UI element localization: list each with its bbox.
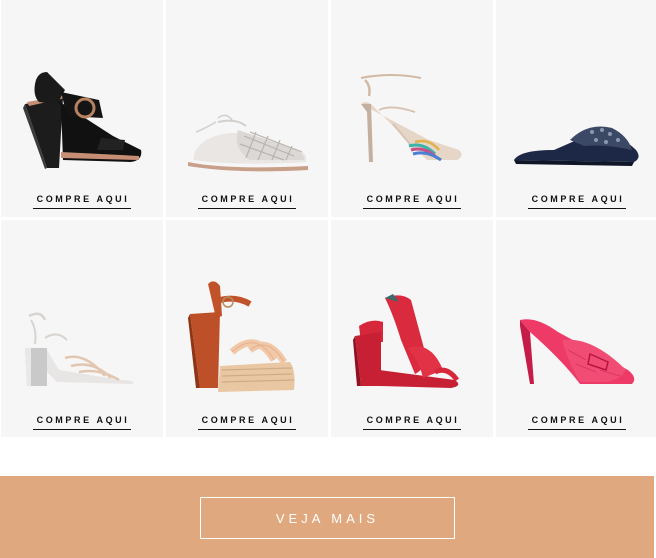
product-card[interactable]: COMPRE AQUI — [166, 0, 328, 217]
white-woven-flat-sandal-icon[interactable] — [166, 0, 328, 180]
product-card[interactable]: COMPRE AQUI — [166, 220, 328, 437]
buy-link[interactable]: COMPRE AQUI — [362, 415, 462, 430]
see-more-button[interactable]: VEJA MAIS — [200, 497, 455, 539]
black-wedge-sandal-icon[interactable] — [1, 0, 163, 180]
buy-link[interactable]: COMPRE AQUI — [527, 194, 627, 209]
see-more-banner: VEJA MAIS — [0, 476, 654, 558]
red-block-heel-sandal-icon[interactable] — [331, 220, 493, 400]
buy-link[interactable]: COMPRE AQUI — [197, 194, 297, 209]
tan-platform-sandal-icon[interactable] — [166, 220, 328, 400]
product-card[interactable]: COMPRE AQUI — [331, 0, 493, 217]
pink-croc-mule-icon[interactable] — [496, 220, 656, 400]
product-grid: COMPRE AQUI COMPRE AQUI COMPRE AQUI COMP… — [0, 0, 656, 440]
silver-block-heel-sandal-icon[interactable] — [1, 220, 163, 400]
buy-link[interactable]: COMPRE AQUI — [362, 194, 462, 209]
product-card[interactable]: COMPRE AQUI — [496, 0, 656, 217]
product-card[interactable]: COMPRE AQUI — [1, 220, 163, 437]
product-card[interactable]: COMPRE AQUI — [496, 220, 656, 437]
gold-strappy-heel-icon[interactable] — [331, 0, 493, 180]
buy-link[interactable]: COMPRE AQUI — [527, 415, 627, 430]
buy-link[interactable]: COMPRE AQUI — [197, 415, 297, 430]
product-card[interactable]: COMPRE AQUI — [331, 220, 493, 437]
buy-link[interactable]: COMPRE AQUI — [32, 194, 132, 209]
product-card[interactable]: COMPRE AQUI — [1, 0, 163, 217]
navy-embellished-mule-icon[interactable] — [496, 0, 656, 180]
buy-link[interactable]: COMPRE AQUI — [32, 415, 132, 430]
